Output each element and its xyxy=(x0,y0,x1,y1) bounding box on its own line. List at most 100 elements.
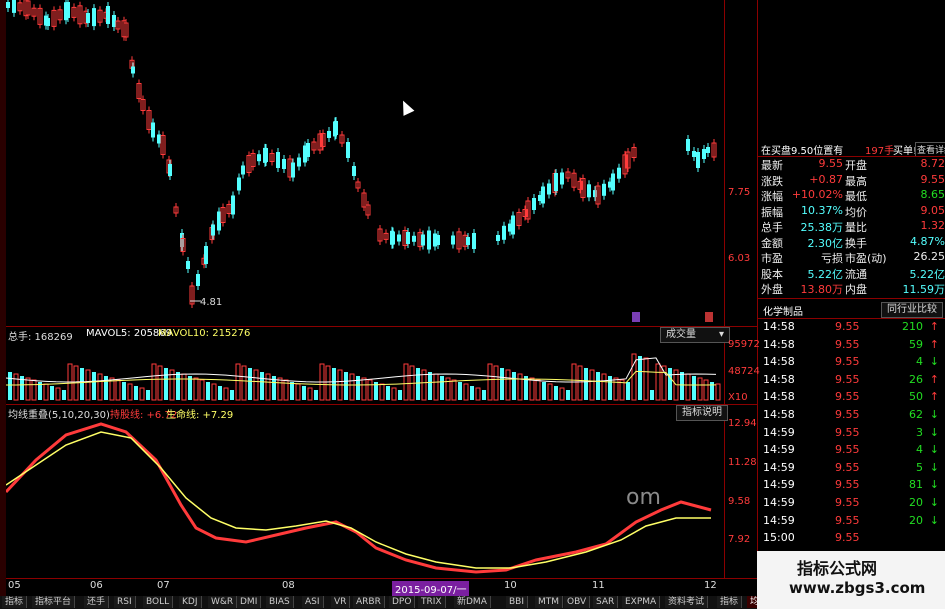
candle-body xyxy=(352,166,356,176)
volume-bar xyxy=(715,383,721,401)
x-axis-tick: 11 xyxy=(592,580,605,591)
volume-bar xyxy=(235,363,241,401)
trade-time: 14:59 xyxy=(763,478,795,492)
quote-label: 量比 xyxy=(845,221,867,234)
order-detail-button[interactable]: 查看详细 xyxy=(915,142,945,157)
volume-bar xyxy=(241,365,247,401)
volume-bar xyxy=(157,365,163,401)
candle-body xyxy=(291,162,295,178)
quote-divider xyxy=(757,298,945,299)
quote-label: 内盘 xyxy=(845,283,867,296)
candle-body xyxy=(306,143,310,157)
quote-value: 1.32 xyxy=(920,219,945,232)
trade-price: 9.55 xyxy=(835,372,860,386)
trade-price: 9.55 xyxy=(835,460,860,474)
candle-body xyxy=(706,147,710,153)
indicator-tab[interactable]: OBV xyxy=(564,596,591,608)
volume-bar xyxy=(43,383,49,401)
volume-bar xyxy=(650,390,654,400)
candle-body xyxy=(692,151,696,157)
indicator-tab[interactable]: VR xyxy=(331,596,351,608)
volume-bar xyxy=(500,368,504,400)
trade-volume: 210 xyxy=(902,320,923,333)
quote-value: 25.38万 xyxy=(800,221,844,234)
volume-bar xyxy=(505,369,511,401)
volume-bar xyxy=(596,372,600,400)
indicator-tab[interactable]: W&R xyxy=(208,596,238,608)
indicator-chart[interactable] xyxy=(6,420,724,578)
volume-bar xyxy=(703,379,709,401)
trade-row: 14:59 9.55 4 ↓ xyxy=(757,443,945,459)
trade-ticker-list[interactable]: 14:58 9.55 210 ↑ 14:58 9.55 59 ↑ 14:58 9.55 4 ↓ 14:5… xyxy=(757,320,945,550)
trade-price: 9.55 xyxy=(835,425,860,439)
quote-label: 振幅 xyxy=(761,205,783,219)
indicator-tab[interactable]: SAR xyxy=(593,596,619,608)
volume-bar xyxy=(85,369,91,401)
indicator-tab[interactable]: BIAS xyxy=(266,596,294,608)
volume-bar xyxy=(211,383,217,401)
volume-bar xyxy=(139,387,145,401)
x-axis-tick: 12 xyxy=(704,580,717,591)
trade-row: 14:58 9.55 59 ↑ xyxy=(757,338,945,354)
indicator-tab[interactable]: TRIX xyxy=(418,596,446,608)
indicator-tab[interactable]: BBI xyxy=(506,596,529,608)
trade-time: 14:58 xyxy=(763,337,795,351)
sector-name[interactable]: 化学制品 xyxy=(763,303,803,318)
volume-bar xyxy=(307,387,313,401)
indicator-help-button[interactable]: 指标说明 xyxy=(676,405,728,421)
indicator-tab[interactable]: 新DMA xyxy=(454,596,491,608)
volume-bar xyxy=(482,390,486,400)
volume-bar xyxy=(577,365,583,401)
quote-label: 最高 xyxy=(845,174,867,188)
candle-body xyxy=(168,164,172,176)
mavol10-label: MAVOL10: 215276 xyxy=(158,328,251,339)
indicator-tab[interactable]: DMI xyxy=(237,596,262,608)
order-qty: 197手 xyxy=(865,146,895,157)
volume-y-label: 95972 xyxy=(728,339,760,350)
volume-bar xyxy=(589,369,595,401)
indicator-tab[interactable]: DPO xyxy=(389,596,416,608)
indicator-y-label: 11.28 xyxy=(728,457,757,468)
indicator-tab[interactable]: ARBR xyxy=(353,596,385,608)
trade-time: 14:59 xyxy=(763,513,795,527)
quote-label: 市盈 xyxy=(761,252,783,265)
candle-body xyxy=(334,121,338,135)
indicator-tab[interactable]: MTM xyxy=(535,596,564,608)
candle-body xyxy=(412,235,416,242)
indicator-tab[interactable]: 指标平台 xyxy=(32,596,76,608)
trade-time: 14:58 xyxy=(763,390,795,404)
indicator-tab[interactable]: 指标 xyxy=(2,596,28,608)
candle-body xyxy=(617,167,621,179)
volume-bar xyxy=(668,368,672,400)
quote-value: 8.72 xyxy=(920,157,945,170)
indicator-tab[interactable]: 指标 xyxy=(717,596,743,608)
trade-time: 15:00 xyxy=(763,531,795,545)
candle-body xyxy=(257,154,261,162)
volume-bar xyxy=(55,387,61,401)
candle-body xyxy=(502,225,506,240)
volume-bar xyxy=(80,368,84,400)
event-icon-red[interactable] xyxy=(705,312,713,322)
candlestick-chart[interactable] xyxy=(6,0,724,326)
volume-chart[interactable] xyxy=(6,340,724,404)
trade-time: 14:59 xyxy=(763,425,795,439)
cursor-date-badge: 2015-09-07/一 xyxy=(392,581,470,596)
candle-body xyxy=(92,8,96,27)
candle-body xyxy=(406,232,410,244)
indicator-tab[interactable]: ASI xyxy=(302,596,324,608)
industry-compare-button[interactable]: 同行业比较 xyxy=(881,302,943,318)
arrow-down-icon: ↓ xyxy=(929,513,939,527)
trade-row: 15:00 9.55 xyxy=(757,531,945,547)
indicator-tab[interactable]: KDJ xyxy=(179,596,202,608)
trade-volume: 20 xyxy=(909,513,923,527)
indicator-tab[interactable]: 还手 xyxy=(84,596,110,608)
indicator-tab[interactable]: BOLL xyxy=(143,596,174,608)
indicator-tab[interactable]: RSI xyxy=(114,596,136,608)
candle-body xyxy=(276,152,280,168)
indicator-tab[interactable]: EXPMA xyxy=(622,596,661,608)
trade-price: 9.55 xyxy=(835,478,860,492)
indicator-tab[interactable]: 资料考试 xyxy=(665,596,709,608)
trade-price: 9.55 xyxy=(835,355,860,369)
event-icon-purple[interactable] xyxy=(632,312,640,322)
quote-label: 涨跌 xyxy=(761,174,783,188)
